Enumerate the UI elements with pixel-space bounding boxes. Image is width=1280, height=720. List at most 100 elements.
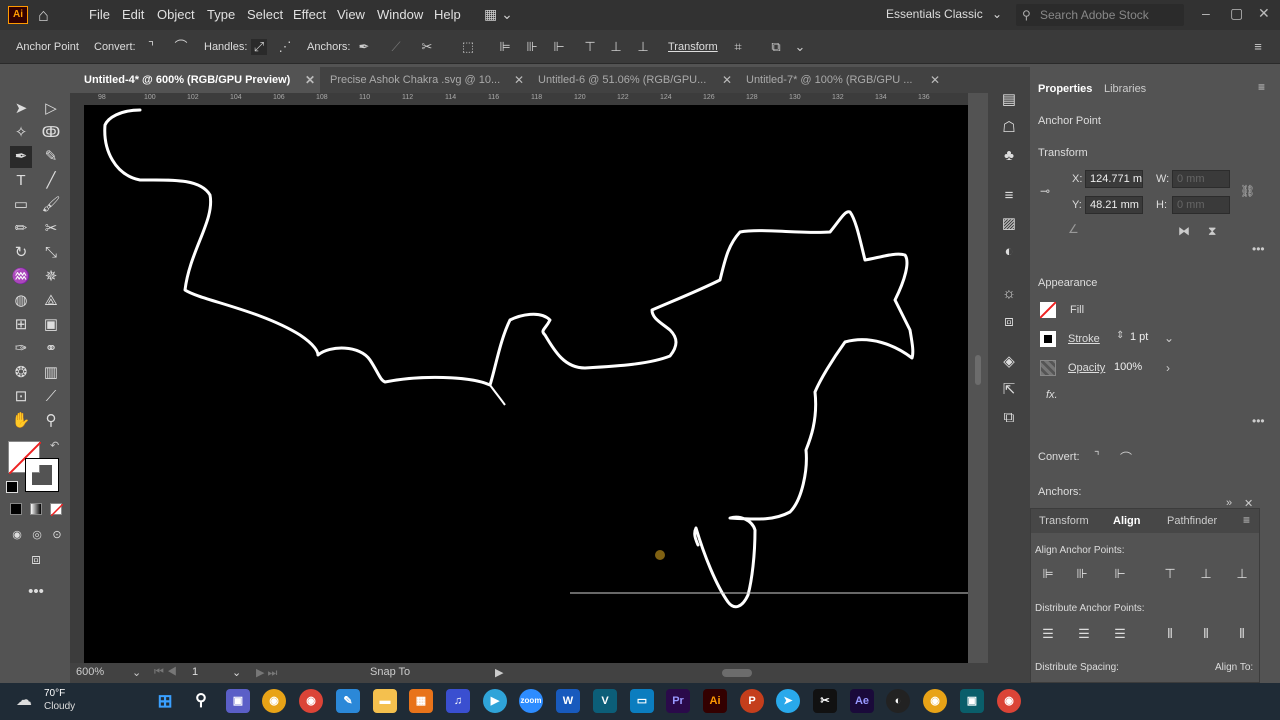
convert-smooth-icon[interactable]: ⌒ (173, 39, 189, 55)
lasso-icon[interactable]: ↂ (40, 122, 62, 144)
arrange-documents-icon[interactable]: ▦ ⌄ (484, 6, 513, 23)
stroke-swatch-icon[interactable] (1040, 331, 1056, 347)
perspective-grid-icon[interactable]: ⟁ (40, 290, 62, 312)
illustrator-icon[interactable]: Ai (703, 689, 727, 713)
convert-smooth-icon[interactable]: ⌒ (1120, 449, 1132, 466)
appearance-panel-icon[interactable]: ☼ (998, 283, 1020, 305)
puppet-warp-icon[interactable]: ✵ (40, 266, 62, 288)
h-field[interactable]: 0 mm (1172, 196, 1230, 214)
zoom-tool-icon[interactable]: ⚲ (40, 410, 62, 432)
x-field[interactable]: 124.771 m (1085, 170, 1143, 188)
menu-effect[interactable]: Effect (293, 7, 326, 22)
search-icon[interactable]: ⚲ (189, 689, 213, 713)
show-handles-icon[interactable]: ⤢ (251, 39, 267, 55)
word-icon[interactable]: W (556, 689, 580, 713)
fx-button[interactable]: fx. (1046, 389, 1058, 401)
notes-icon[interactable]: ✎ (336, 689, 360, 713)
status-arrow-icon[interactable]: ▶ (495, 666, 503, 679)
home-icon[interactable]: ⌂ (38, 5, 49, 26)
gradient-panel-icon[interactable]: ▨ (998, 213, 1020, 235)
pencil-tool-icon[interactable]: ✏ (10, 218, 32, 240)
opacity-field[interactable]: 100% (1110, 359, 1160, 377)
app-orange-icon[interactable]: ▦ (409, 689, 433, 713)
swap-colors-icon[interactable]: ↶ (50, 439, 59, 452)
tab-pathfinder[interactable]: Pathfinder (1167, 515, 1217, 527)
align-left-icon[interactable]: ⊫ (497, 39, 513, 55)
after-effects-icon[interactable]: Ae (850, 689, 874, 713)
distribute-bottom-icon[interactable]: ☰ (1111, 625, 1129, 643)
draw-mode-icon[interactable]: ◉ (6, 524, 28, 546)
transform-icon[interactable]: ⌗ (730, 39, 746, 55)
align-bottom-icon[interactable]: ⊥ (635, 39, 651, 55)
stroke-weight-field[interactable]: 1 pt (1126, 329, 1162, 347)
tab-untitled-7[interactable]: Untitled-7* @ 100% (RGB/GPU ... ✕ (732, 67, 942, 93)
artboard-navigator[interactable]: ⏮ ◀ 1 ⌄ (154, 666, 244, 680)
align-horizontal-center-icon[interactable]: ⊪ (1073, 565, 1091, 583)
chrome-third-icon[interactable]: ◉ (997, 689, 1021, 713)
stroke-panel-icon[interactable]: ≡ (998, 185, 1020, 207)
distribute-right-icon[interactable]: ⦀ (1233, 625, 1251, 643)
flip-vertical-icon[interactable]: ⧗ (1208, 224, 1216, 239)
powerpoint-icon[interactable]: P (740, 689, 764, 713)
capcut-icon[interactable]: ✂ (813, 689, 837, 713)
close-icon[interactable]: ✕ (305, 67, 315, 93)
pen-tool-icon[interactable]: ✒ (10, 146, 32, 168)
color-mode-icon[interactable] (10, 503, 22, 515)
zoom-icon[interactable]: zoom (519, 689, 543, 713)
more-options-icon[interactable]: ••• (1252, 414, 1265, 428)
menu-view[interactable]: View (337, 7, 365, 22)
tab-transform[interactable]: Transform (1039, 515, 1089, 527)
stroke-swatch[interactable] (25, 458, 59, 492)
paintbrush-icon[interactable]: 🖌 (40, 194, 62, 216)
menu-type[interactable]: Type (207, 7, 235, 22)
symbol-sprayer-icon[interactable]: ❂ (10, 362, 32, 384)
menu-select[interactable]: Select (247, 7, 283, 22)
properties-panel-icon[interactable]: ▤ (998, 89, 1020, 111)
stroke-stepper-icon[interactable]: ⇕ (1116, 330, 1124, 341)
convert-corner-icon[interactable]: ⌝ (143, 39, 159, 55)
fill-swatch-icon[interactable] (1039, 301, 1057, 319)
chevron-right-icon[interactable]: › (1166, 361, 1170, 375)
tab-align[interactable]: Align (1113, 515, 1141, 527)
draw-behind-icon[interactable]: ◎ (26, 524, 48, 546)
distribute-left-icon[interactable]: ⦀ (1161, 625, 1179, 643)
isolate-object-icon[interactable]: ⧉ (768, 39, 784, 55)
next-artboard-icon[interactable]: ▶ ⏭ (256, 666, 277, 680)
tab-ashok-chakra[interactable]: Precise Ashok Chakra .svg @ 10... ✕ (316, 67, 524, 93)
more-options-icon[interactable]: ••• (1252, 242, 1265, 256)
draw-inside-icon[interactable]: ⊙ (46, 524, 68, 546)
hand-tool-icon[interactable]: ✋ (10, 410, 32, 432)
tab-properties[interactable]: Properties (1038, 83, 1092, 95)
transform-link[interactable]: Transform (668, 41, 718, 53)
panel-menu-icon[interactable]: ≡ (1243, 513, 1250, 527)
media-icon[interactable]: ▶ (483, 689, 507, 713)
default-colors-icon[interactable] (6, 481, 18, 493)
direct-selection-tool-icon[interactable]: ▷ (40, 98, 62, 120)
artboard[interactable] (84, 105, 968, 663)
line-tool-icon[interactable]: ╱ (40, 170, 62, 192)
distribute-hcenter-icon[interactable]: ⦀ (1197, 625, 1215, 643)
constrain-proportions-icon[interactable]: ⛓ (1240, 184, 1255, 198)
libraries-icon[interactable]: ☖ (998, 117, 1020, 139)
distribute-top-icon[interactable]: ☰ (1039, 625, 1057, 643)
distribute-vcenter-icon[interactable]: ☰ (1075, 625, 1093, 643)
shape-builder-icon[interactable]: ◍ (10, 290, 32, 312)
selection-tool-icon[interactable]: ➤ (10, 98, 32, 120)
close-icon[interactable]: ✕ (514, 67, 524, 93)
terminal-icon[interactable]: ▣ (960, 689, 984, 713)
slice-tool-icon[interactable]: ⟋ (40, 386, 62, 408)
align-top-icon[interactable]: ⊤ (1161, 565, 1179, 583)
convert-corner-icon[interactable]: ⌝ (1094, 449, 1100, 463)
artboard-tool-icon[interactable]: ⊡ (10, 386, 32, 408)
w-field[interactable]: 0 mm (1172, 170, 1230, 188)
audio-icon[interactable]: ♫ (446, 689, 470, 713)
panel-menu-icon[interactable]: ≡ (1258, 80, 1265, 94)
transparency-icon[interactable]: ◐ (998, 241, 1020, 263)
chevron-down-icon[interactable]: ⌄ (1164, 331, 1174, 345)
menu-help[interactable]: Help (434, 7, 461, 22)
remove-anchor-icon[interactable]: ✒ (356, 39, 372, 55)
chrome-icon[interactable]: ◉ (262, 689, 286, 713)
close-button[interactable]: ✕ (1258, 5, 1270, 22)
menu-edit[interactable]: Edit (122, 7, 144, 22)
gradient-mode-icon[interactable] (30, 503, 42, 515)
